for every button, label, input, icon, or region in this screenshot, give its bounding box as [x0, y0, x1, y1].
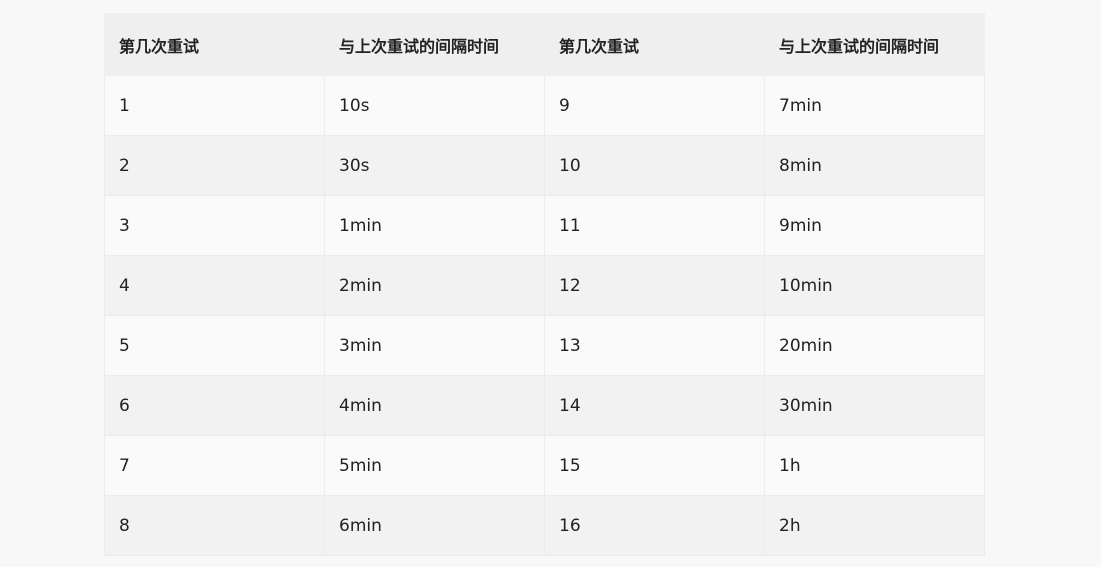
table-row: 3 1min 11 9min [104, 195, 985, 256]
interval-cell: 10min [764, 255, 985, 316]
retry-number-cell: 16 [544, 495, 765, 556]
table-row: 2 30s 10 8min [104, 135, 985, 196]
interval-cell: 9min [764, 195, 985, 256]
retry-number-cell: 6 [104, 375, 325, 436]
table-row: 5 3min 13 20min [104, 315, 985, 376]
interval-cell: 1min [324, 195, 545, 256]
interval-cell: 6min [324, 495, 545, 556]
retry-number-cell: 5 [104, 315, 325, 376]
retry-number-cell: 1 [104, 75, 325, 136]
interval-cell: 4min [324, 375, 545, 436]
retry-number-cell: 14 [544, 375, 765, 436]
table-row: 4 2min 12 10min [104, 255, 985, 316]
table-row: 6 4min 14 30min [104, 375, 985, 436]
retry-number-cell: 4 [104, 255, 325, 316]
table-header-row: 第几次重试 与上次重试的间隔时间 第几次重试 与上次重试的间隔时间 [104, 13, 985, 76]
retry-number-cell: 15 [544, 435, 765, 496]
interval-cell: 30min [764, 375, 985, 436]
retry-number-cell: 10 [544, 135, 765, 196]
interval-cell: 1h [764, 435, 985, 496]
interval-cell: 2min [324, 255, 545, 316]
header-interval: 与上次重试的间隔时间 [764, 13, 985, 76]
interval-cell: 8min [764, 135, 985, 196]
interval-cell: 2h [764, 495, 985, 556]
header-interval: 与上次重试的间隔时间 [324, 13, 545, 76]
retry-number-cell: 3 [104, 195, 325, 256]
table-row: 8 6min 16 2h [104, 495, 985, 556]
retry-number-cell: 12 [544, 255, 765, 316]
retry-number-cell: 13 [544, 315, 765, 376]
retry-number-cell: 2 [104, 135, 325, 196]
table-row: 7 5min 15 1h [104, 435, 985, 496]
header-retry-number: 第几次重试 [104, 13, 325, 76]
interval-cell: 30s [324, 135, 545, 196]
interval-cell: 3min [324, 315, 545, 376]
header-retry-number: 第几次重试 [544, 13, 765, 76]
retry-number-cell: 9 [544, 75, 765, 136]
interval-cell: 10s [324, 75, 545, 136]
interval-cell: 20min [764, 315, 985, 376]
retry-number-cell: 11 [544, 195, 765, 256]
retry-interval-table: 第几次重试 与上次重试的间隔时间 第几次重试 与上次重试的间隔时间 1 10s 9 7… [104, 13, 985, 556]
interval-cell: 5min [324, 435, 545, 496]
table-row: 1 10s 9 7min [104, 75, 985, 136]
interval-cell: 7min [764, 75, 985, 136]
retry-number-cell: 7 [104, 435, 325, 496]
retry-number-cell: 8 [104, 495, 325, 556]
